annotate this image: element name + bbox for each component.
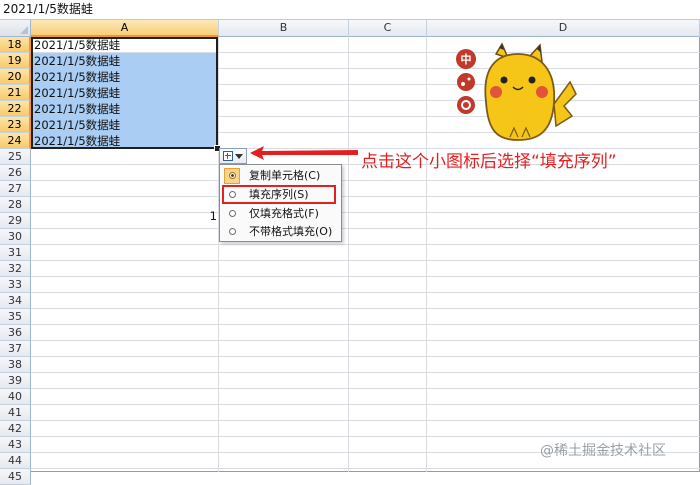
column-header-b[interactable]: B xyxy=(219,20,349,37)
menu-item-fill-without-formatting[interactable]: 不带格式填充(O) xyxy=(221,223,340,241)
formula-bar[interactable]: 2021/1/5数据蛙 xyxy=(0,0,700,20)
grid-line-cd xyxy=(426,37,427,472)
row-header[interactable]: 45 xyxy=(0,469,31,485)
formula-bar-value: 2021/1/5数据蛙 xyxy=(3,2,93,16)
row-header[interactable]: 28 xyxy=(0,197,31,213)
autofill-icon xyxy=(223,151,233,161)
autofill-options-button[interactable] xyxy=(219,148,247,164)
radio-icon xyxy=(229,210,236,217)
row-header[interactable]: 31 xyxy=(0,245,31,261)
row-header[interactable]: 34 xyxy=(0,293,31,309)
column-header-d[interactable]: D xyxy=(427,20,700,37)
row-header[interactable]: 22 xyxy=(0,101,31,117)
cell-value-1[interactable]: 1 xyxy=(205,209,217,223)
row-header[interactable]: 30 xyxy=(0,229,31,245)
menu-item-label: 复制单元格(C) xyxy=(249,169,321,182)
row-header[interactable]: 19 xyxy=(0,53,31,69)
menu-item-fill-formatting-only[interactable]: 仅填充格式(F) xyxy=(221,205,340,223)
row-header[interactable]: 40 xyxy=(0,389,31,405)
table-row-cell-a[interactable]: 2021/1/5数据蛙 xyxy=(31,133,218,149)
table-row-cell-a[interactable]: 2021/1/5数据蛙 xyxy=(31,117,218,133)
menu-item-label: 不带格式填充(O) xyxy=(249,225,333,238)
row-header[interactable]: 25 xyxy=(0,149,31,165)
row-header[interactable]: 41 xyxy=(0,405,31,421)
table-row-cell-a[interactable]: 2021/1/5数据蛙 xyxy=(31,101,218,117)
watermark: @稀土掘金技术社区 xyxy=(540,443,666,459)
menu-item-label: 仅填充格式(F) xyxy=(249,207,319,220)
grid-line-ab xyxy=(218,37,219,472)
grid-line-bc xyxy=(348,37,349,472)
menu-item-copy-cells[interactable]: 复制单元格(C) xyxy=(221,167,340,185)
pikachu-sticker: 中 xyxy=(456,42,577,141)
row-header[interactable]: 20 xyxy=(0,69,31,85)
row-header[interactable]: 23 xyxy=(0,117,31,133)
table-row-cell-a[interactable]: 2021/1/5数据蛙 xyxy=(31,53,218,69)
radio-icon xyxy=(229,228,236,235)
row-header[interactable]: 27 xyxy=(0,181,31,197)
row-header[interactable]: 43 xyxy=(0,437,31,453)
column-header-c[interactable]: C xyxy=(349,20,427,37)
row-header[interactable]: 32 xyxy=(0,261,31,277)
annotation-text: 点击这个小图标后选择“填充序列” xyxy=(361,152,617,172)
row-header[interactable]: 33 xyxy=(0,277,31,293)
radio-icon xyxy=(229,172,236,179)
chevron-down-icon xyxy=(235,154,243,159)
row-header[interactable]: 29 xyxy=(0,213,31,229)
highlight-box xyxy=(222,185,336,204)
row-header[interactable]: 26 xyxy=(0,165,31,181)
badge-text: 中 xyxy=(461,52,472,66)
row-header[interactable]: 21 xyxy=(0,85,31,101)
row-header[interactable]: 36 xyxy=(0,325,31,341)
row-header[interactable]: 37 xyxy=(0,341,31,357)
row-header[interactable]: 38 xyxy=(0,357,31,373)
row-header[interactable]: 35 xyxy=(0,309,31,325)
row-header[interactable]: 24 xyxy=(0,133,31,149)
table-row-cell-a[interactable]: 2021/1/5数据蛙 xyxy=(31,85,218,101)
row-header[interactable]: 42 xyxy=(0,421,31,437)
table-row-cell-a[interactable]: 2021/1/5数据蛙 xyxy=(31,37,218,53)
row-header[interactable]: 44 xyxy=(0,453,31,469)
column-header-a[interactable]: A xyxy=(31,20,219,37)
table-row-cell-a[interactable]: 2021/1/5数据蛙 xyxy=(31,69,218,85)
arrow-left-icon xyxy=(250,146,358,160)
select-all-corner[interactable] xyxy=(0,20,31,37)
row-header[interactable]: 18 xyxy=(0,37,31,53)
row-header[interactable]: 39 xyxy=(0,373,31,389)
